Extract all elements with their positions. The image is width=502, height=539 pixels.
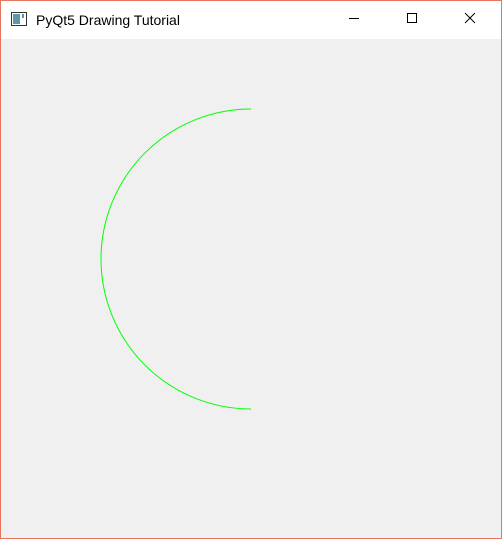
close-icon [464, 11, 476, 29]
green-arc [100, 108, 252, 410]
maximize-button[interactable] [389, 1, 435, 39]
minimize-icon [348, 11, 360, 29]
drawing-canvas [1, 39, 501, 538]
minimize-button[interactable] [331, 1, 377, 39]
maximize-icon [406, 11, 418, 29]
app-window-icon[interactable] [11, 12, 27, 26]
app-window: PyQt5 Drawing Tutorial [0, 0, 502, 539]
title-bar[interactable]: PyQt5 Drawing Tutorial [1, 1, 501, 39]
close-button[interactable] [447, 1, 493, 39]
canvas-svg [100, 108, 252, 410]
window-title: PyQt5 Drawing Tutorial [36, 12, 180, 28]
